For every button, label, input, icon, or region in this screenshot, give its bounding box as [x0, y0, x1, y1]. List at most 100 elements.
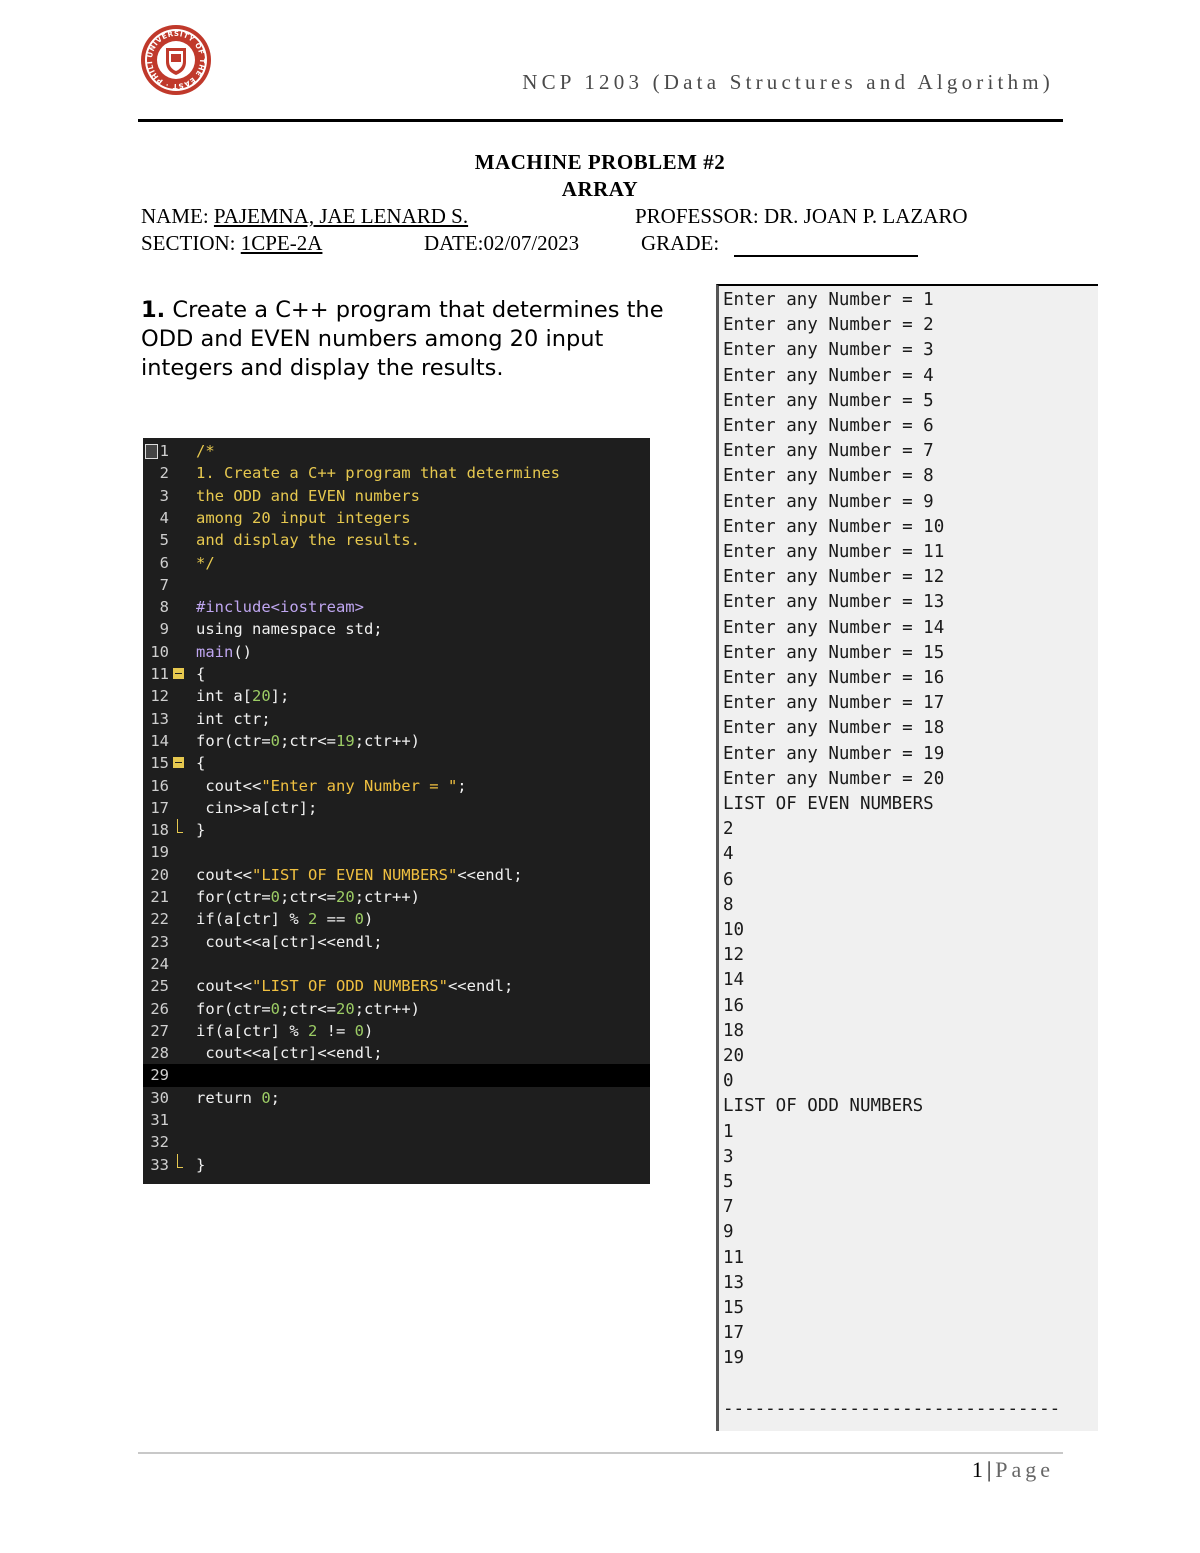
line-number: 23: [150, 932, 169, 951]
code-token: }: [196, 1155, 206, 1174]
fold-end-marker: [177, 1153, 183, 1168]
code-token: ;ctr<=: [280, 888, 337, 906]
line-number: 11: [150, 665, 169, 683]
code-token: 0: [261, 1088, 271, 1107]
header-rule: [138, 119, 1063, 122]
code-token: ): [364, 910, 374, 929]
code-token: among 20 input integers: [196, 508, 411, 527]
code-text: int ctr;: [196, 708, 271, 730]
console-line: 11: [723, 1247, 745, 1268]
line-number: 9: [159, 620, 169, 639]
code-token: ];: [270, 687, 290, 706]
code-token: ;: [270, 1088, 281, 1107]
code-token: 0: [354, 1021, 365, 1040]
code-line: 22 if(a[ctr] % 2 == 0): [143, 908, 650, 930]
code-token: {: [196, 754, 206, 773]
code-token: 0: [270, 888, 281, 906]
code-token: !=: [317, 1021, 355, 1040]
code-token: 0: [354, 910, 365, 929]
code-token: ==: [317, 910, 355, 929]
course-header: NCP 1203 (Data Structures and Algorithm): [522, 70, 1054, 94]
code-token: if: [196, 910, 215, 929]
code-text: {: [196, 752, 205, 774]
line-number: 14: [150, 731, 169, 750]
code-token: and display the results.: [196, 531, 420, 550]
line-number: 25: [150, 977, 169, 996]
line-number: 24: [150, 954, 169, 973]
code-text: cout<<"LIST OF EVEN NUMBERS"<<endl;: [196, 864, 523, 886]
document-subtitle: ARRAY: [561, 177, 639, 201]
code-text: }: [196, 1154, 205, 1176]
code-token: int: [196, 709, 234, 728]
console-output-screenshot: Enter any Number = 1 Enter any Number = 2…: [716, 284, 1098, 1431]
console-line: 18: [723, 1020, 745, 1041]
console-line: Enter any Number = 5: [723, 390, 934, 411]
line-number: 8: [159, 598, 169, 617]
code-token: "Enter any Number = ": [261, 776, 458, 795]
code-line: 25 cout<<"LIST OF ODD NUMBERS"<<endl;: [143, 975, 650, 997]
code-text: cout<<"LIST OF ODD NUMBERS"<<endl;: [196, 975, 513, 997]
console-line: 15: [723, 1298, 745, 1318]
code-token: <<endl;: [457, 865, 523, 884]
code-text: if(a[ctr] % 2 != 0): [196, 1020, 373, 1042]
console-line: --------------------------------: [723, 1398, 1061, 1419]
code-token: cin>>a[ctr];: [196, 798, 318, 817]
console-line: Enter any Number = 8: [723, 466, 934, 487]
code-token: for: [196, 888, 224, 906]
console-line: 8: [723, 894, 734, 915]
fold-collapse-icon[interactable]: [173, 668, 184, 679]
code-token: (a[ctr] %: [214, 1021, 308, 1040]
console-line: 1: [723, 1121, 734, 1142]
code-line: 30 return 0;: [143, 1087, 650, 1109]
console-line: LIST OF EVEN NUMBERS: [723, 794, 934, 814]
code-token: using namespace std;: [196, 620, 383, 639]
console-line: Enter any Number = 19: [723, 743, 945, 764]
question-body: Create a C++ program that determines the…: [141, 297, 664, 381]
console-line: 19: [723, 1348, 745, 1369]
line-number: 18: [150, 821, 169, 840]
console-line: 17: [723, 1323, 745, 1344]
console-line: Enter any Number = 11: [723, 542, 945, 562]
document-title: MACHINE PROBLEM #2: [474, 150, 726, 174]
code-line: 23 cout<<a[ctr]<<endl;: [143, 931, 650, 953]
code-token: return: [196, 1088, 262, 1107]
code-text: main(): [196, 641, 252, 663]
line-number: 21: [150, 888, 169, 906]
code-token: 20: [252, 687, 271, 706]
student-name-field: NAME: PAJEMNA, JAE LENARD S.: [141, 204, 468, 229]
code-line: 24: [143, 953, 650, 975]
code-line: 27 if(a[ctr] % 2 != 0): [143, 1020, 650, 1042]
section-value: 1CPE-2A: [240, 231, 323, 255]
console-line: 10: [723, 920, 745, 940]
line-number: 26: [150, 999, 169, 1018]
grade-blank-line: [734, 255, 918, 257]
code-line: 15 {: [143, 752, 650, 774]
line-number: 16: [150, 776, 169, 795]
console-line: LIST OF ODD NUMBERS: [723, 1096, 924, 1117]
console-line: Enter any Number = 4: [723, 365, 934, 386]
code-text: the ODD and EVEN numbers: [196, 485, 420, 507]
code-token: (a[ctr] %: [214, 910, 308, 929]
line-number: 28: [150, 1044, 169, 1063]
code-token: int: [196, 687, 234, 706]
fold-collapse-icon[interactable]: [173, 757, 184, 769]
line-number: 29: [150, 1066, 169, 1085]
code-line: 16 cout<<"Enter any Number = ";: [143, 775, 650, 797]
console-line: Enter any Number = 3: [723, 340, 934, 361]
code-token: "LIST OF ODD NUMBERS": [252, 977, 448, 996]
code-token: 0: [270, 999, 281, 1018]
footer-rule: [138, 1452, 1063, 1454]
code-token: */: [196, 553, 215, 572]
code-token: ): [364, 1021, 374, 1040]
code-text: among 20 input integers: [196, 507, 411, 529]
code-line: 3 the ODD and EVEN numbers: [143, 485, 650, 507]
code-text: }: [196, 819, 205, 841]
line-number: 19: [150, 843, 169, 862]
code-line: 18}: [143, 819, 650, 841]
line-number: 3: [159, 486, 169, 505]
code-text: for(ctr=0;ctr<=20;ctr++): [196, 886, 420, 908]
code-token: cout<<a[ctr]<<endl;: [196, 932, 383, 951]
code-token: 0: [270, 731, 281, 750]
fold-collapse-icon[interactable]: [145, 444, 158, 459]
code-text: #include<iostream>: [196, 596, 364, 618]
